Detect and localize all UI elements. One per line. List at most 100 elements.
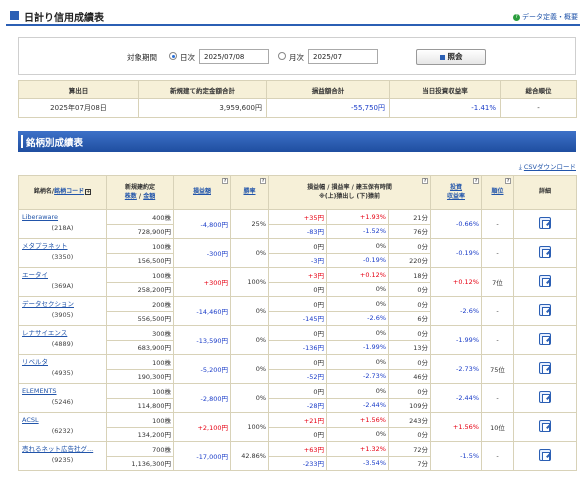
range-up-rate: 0% <box>326 354 389 370</box>
shares: 100株 <box>106 238 174 254</box>
pnl-help-icon[interactable]: ? <box>222 178 228 184</box>
detail-icon[interactable] <box>539 362 551 374</box>
header-roi-link-a[interactable]: 投資 <box>450 184 462 191</box>
shares: 300株 <box>106 325 174 341</box>
detail-icon[interactable] <box>539 391 551 403</box>
range-help-icon[interactable]: ? <box>422 178 428 184</box>
range-up-time: 0分 <box>388 296 431 312</box>
shares: 100株 <box>106 267 174 283</box>
summary-roi: -1.41% <box>389 98 501 118</box>
stock-name-link[interactable]: レナサイエンス <box>22 328 103 339</box>
table-row: Liberaware (218A) 400株 -4,800円 25% +35円 +1.93%… <box>18 209 577 239</box>
win-rate: 0% <box>230 325 269 355</box>
pnl: -14,460円 <box>173 296 231 326</box>
detail-cell <box>513 412 577 442</box>
stock-name-link[interactable]: ACSL <box>22 415 103 426</box>
detail-icon[interactable] <box>539 217 551 229</box>
detail-icon[interactable] <box>539 449 551 461</box>
monthly-radio-label[interactable]: 月次 <box>289 52 304 63</box>
stock-name-link[interactable]: Liberaware <box>22 212 103 223</box>
header-win-link[interactable]: 勝率 <box>243 188 255 195</box>
range-up-rate: 0% <box>326 383 389 399</box>
header-roi-link-b[interactable]: 収益率 <box>447 193 465 200</box>
period-filter: 対象期間 日次 2025/07/08 月次 2025/07 照会 <box>18 37 576 75</box>
summary-header-date: 算出日 <box>18 80 139 99</box>
range-up-time: 243分 <box>388 412 431 428</box>
header-pnl-link[interactable]: 損益額 <box>193 188 211 195</box>
range-down-amount: -3円 <box>268 252 327 268</box>
range-down-amount: -145円 <box>268 310 327 326</box>
csv-download-link[interactable]: ⤓ CSVダウンロード <box>519 161 576 172</box>
amount: 683,900円 <box>106 339 174 355</box>
stock-name-link[interactable]: ELEMENTS <box>22 386 103 397</box>
table-row: ELEMENTS (5246) 100株 -2,800円 0% 0円 0% 0分 -2.44% - <box>18 383 577 413</box>
rank-help-icon[interactable]: ? <box>505 178 511 184</box>
detail-cell <box>513 296 577 326</box>
header-detail: 詳細 <box>513 175 577 210</box>
detail-icon[interactable] <box>539 246 551 258</box>
header-name-label[interactable]: 銘柄名 <box>34 188 52 195</box>
win-rate: 0% <box>230 238 269 268</box>
detail-icon[interactable] <box>539 275 551 287</box>
pnl: -17,000円 <box>173 441 231 471</box>
range-down-rate: -1.52% <box>326 223 389 239</box>
detail-icon[interactable] <box>539 304 551 316</box>
header-amount-link[interactable]: 金額 <box>143 193 155 200</box>
stock-name-link[interactable]: エータイ <box>22 270 103 281</box>
detail-cell <box>513 383 577 413</box>
win-rate: 25% <box>230 209 269 239</box>
rank: - <box>481 296 514 326</box>
help-icon: ? <box>513 13 520 21</box>
title-square-icon <box>10 11 19 20</box>
roi: -2.44% <box>430 383 482 413</box>
csv-download-label[interactable]: CSVダウンロード <box>524 163 576 171</box>
section-bar <box>21 135 23 148</box>
pnl: -5,200円 <box>173 354 231 384</box>
summary-header-amount: 新規建て約定金額合計 <box>138 80 267 99</box>
win-help-icon[interactable]: ? <box>260 178 266 184</box>
table-row: 売れるネット広告社グ... (9235) 700株 -17,000円 42.86% +63… <box>18 441 577 471</box>
roi-help-icon[interactable]: ? <box>473 178 479 184</box>
amount: 556,500円 <box>106 310 174 326</box>
daily-date-input[interactable]: 2025/07/08 <box>199 49 269 64</box>
help-link-label[interactable]: データ定義・概要 <box>522 13 578 21</box>
stock-code: (4889) <box>51 340 74 348</box>
submit-button-label[interactable]: 照会 <box>448 52 463 61</box>
range-down-amount: 0円 <box>268 426 327 442</box>
stock-name-cell: ELEMENTS (5246) <box>18 383 107 413</box>
header-shares-link[interactable]: 株数 <box>125 193 137 200</box>
detail-cell <box>513 209 577 239</box>
monthly-radio[interactable] <box>278 52 286 60</box>
daily-radio-label[interactable]: 日次 <box>180 52 195 63</box>
help-link[interactable]: ? データ定義・概要 <box>513 12 578 22</box>
daily-radio[interactable] <box>169 52 177 60</box>
detail-icon[interactable] <box>539 333 551 345</box>
range-down-rate: -2.6% <box>326 310 389 326</box>
range-down-rate: -2.44% <box>326 397 389 413</box>
range-up-amount: 0円 <box>268 354 327 370</box>
stock-code: (4935) <box>51 369 74 377</box>
range-down-amount: -52円 <box>268 368 327 384</box>
range-down-time: 13分 <box>388 339 431 355</box>
rank: - <box>481 238 514 268</box>
stock-name-link[interactable]: リベルタ <box>22 357 103 368</box>
header-code-link[interactable]: 銘柄コード <box>54 188 84 195</box>
range-up-rate: +1.32% <box>326 441 389 457</box>
stock-code: (369A) <box>51 282 74 290</box>
stock-name-cell: 売れるネット広告社グ... (9235) <box>18 441 107 471</box>
rank: 7位 <box>481 267 514 297</box>
pnl: -4,800円 <box>173 209 231 239</box>
amount: 1,136,300円 <box>106 455 174 471</box>
range-down-rate: -3.54% <box>326 455 389 471</box>
sort-icon[interactable]: + <box>85 189 92 196</box>
submit-button[interactable]: 照会 <box>416 49 486 65</box>
stock-name-link[interactable]: 売れるネット広告社グ... <box>22 444 103 455</box>
stock-name-cell: データセクション (3905) <box>18 296 107 326</box>
stock-name-link[interactable]: メタプラネット <box>22 241 103 252</box>
stock-name-link[interactable]: データセクション <box>22 299 103 310</box>
monthly-date-input[interactable]: 2025/07 <box>308 49 378 64</box>
detail-icon[interactable] <box>539 420 551 432</box>
roi: +0.12% <box>430 267 482 297</box>
header-rank: ? 順位 <box>481 175 514 210</box>
header-rank-link[interactable]: 順位 <box>491 188 503 195</box>
